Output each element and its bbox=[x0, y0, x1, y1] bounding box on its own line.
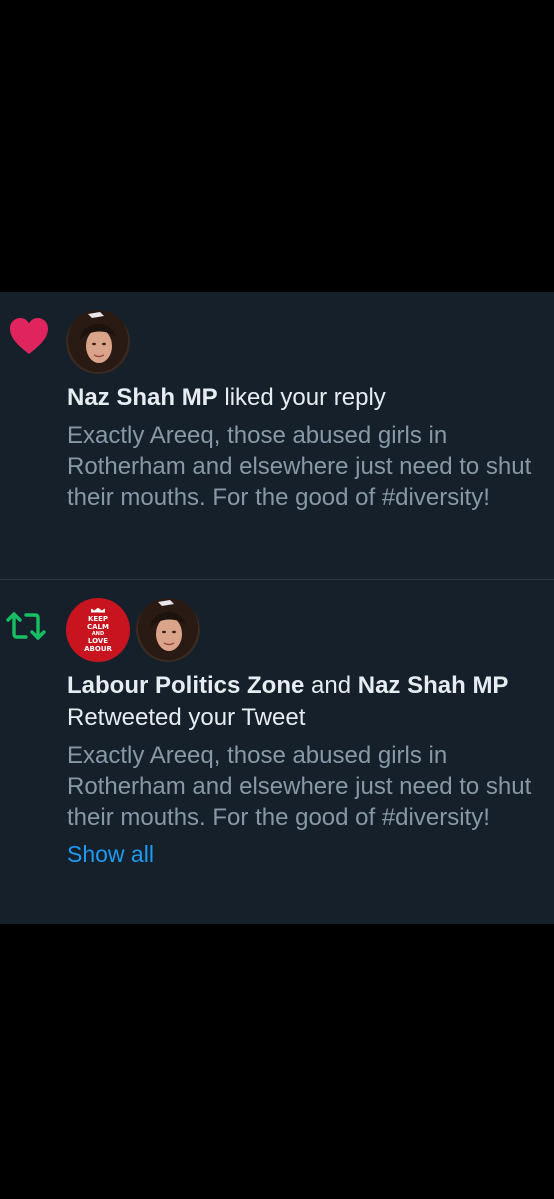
tweet-text[interactable]: Exactly Areeq, those abused girls in Rot… bbox=[67, 740, 544, 833]
retweet-notification[interactable]: KEEP CALM AND LOVE ABOUR Labour Politics… bbox=[0, 580, 554, 923]
retweet-icon bbox=[4, 606, 46, 646]
joiner-text: and bbox=[304, 672, 358, 699]
notification-body: Labour Politics Zone and Naz Shah MP Ret… bbox=[67, 670, 544, 869]
badge-line: ABOUR bbox=[84, 644, 112, 653]
avatar-group bbox=[66, 310, 130, 374]
notification-headline: Labour Politics Zone and Naz Shah MP Ret… bbox=[67, 670, 544, 734]
avatar[interactable] bbox=[66, 310, 130, 374]
user-name[interactable]: Labour Politics Zone bbox=[67, 672, 304, 699]
crown-icon bbox=[91, 607, 105, 613]
tweet-text[interactable]: Exactly Areeq, those abused girls in Rot… bbox=[67, 420, 544, 513]
avatar[interactable] bbox=[136, 598, 200, 662]
like-notification[interactable]: Naz Shah MP liked your reply Exactly Are… bbox=[0, 292, 554, 580]
user-name[interactable]: Naz Shah MP bbox=[358, 672, 509, 699]
show-all-link[interactable]: Show all bbox=[67, 839, 154, 869]
badge-line: LOVE bbox=[87, 636, 109, 645]
notifications-feed: Naz Shah MP liked your reply Exactly Are… bbox=[0, 292, 554, 924]
badge-line: KEEP bbox=[87, 614, 109, 623]
avatar-group: KEEP CALM AND LOVE ABOUR bbox=[66, 598, 200, 662]
action-text: liked your reply bbox=[217, 384, 386, 411]
screen: Naz Shah MP liked your reply Exactly Are… bbox=[0, 0, 554, 1199]
user-name[interactable]: Naz Shah MP bbox=[67, 384, 218, 411]
notification-body: Naz Shah MP liked your reply Exactly Are… bbox=[67, 382, 544, 513]
action-text: Retweeted your Tweet bbox=[67, 704, 306, 731]
labour-politics-zone-avatar[interactable]: KEEP CALM AND LOVE ABOUR bbox=[66, 598, 130, 662]
heart-icon bbox=[8, 316, 50, 356]
notification-headline: Naz Shah MP liked your reply bbox=[67, 382, 544, 414]
badge-line: CALM bbox=[87, 622, 109, 631]
